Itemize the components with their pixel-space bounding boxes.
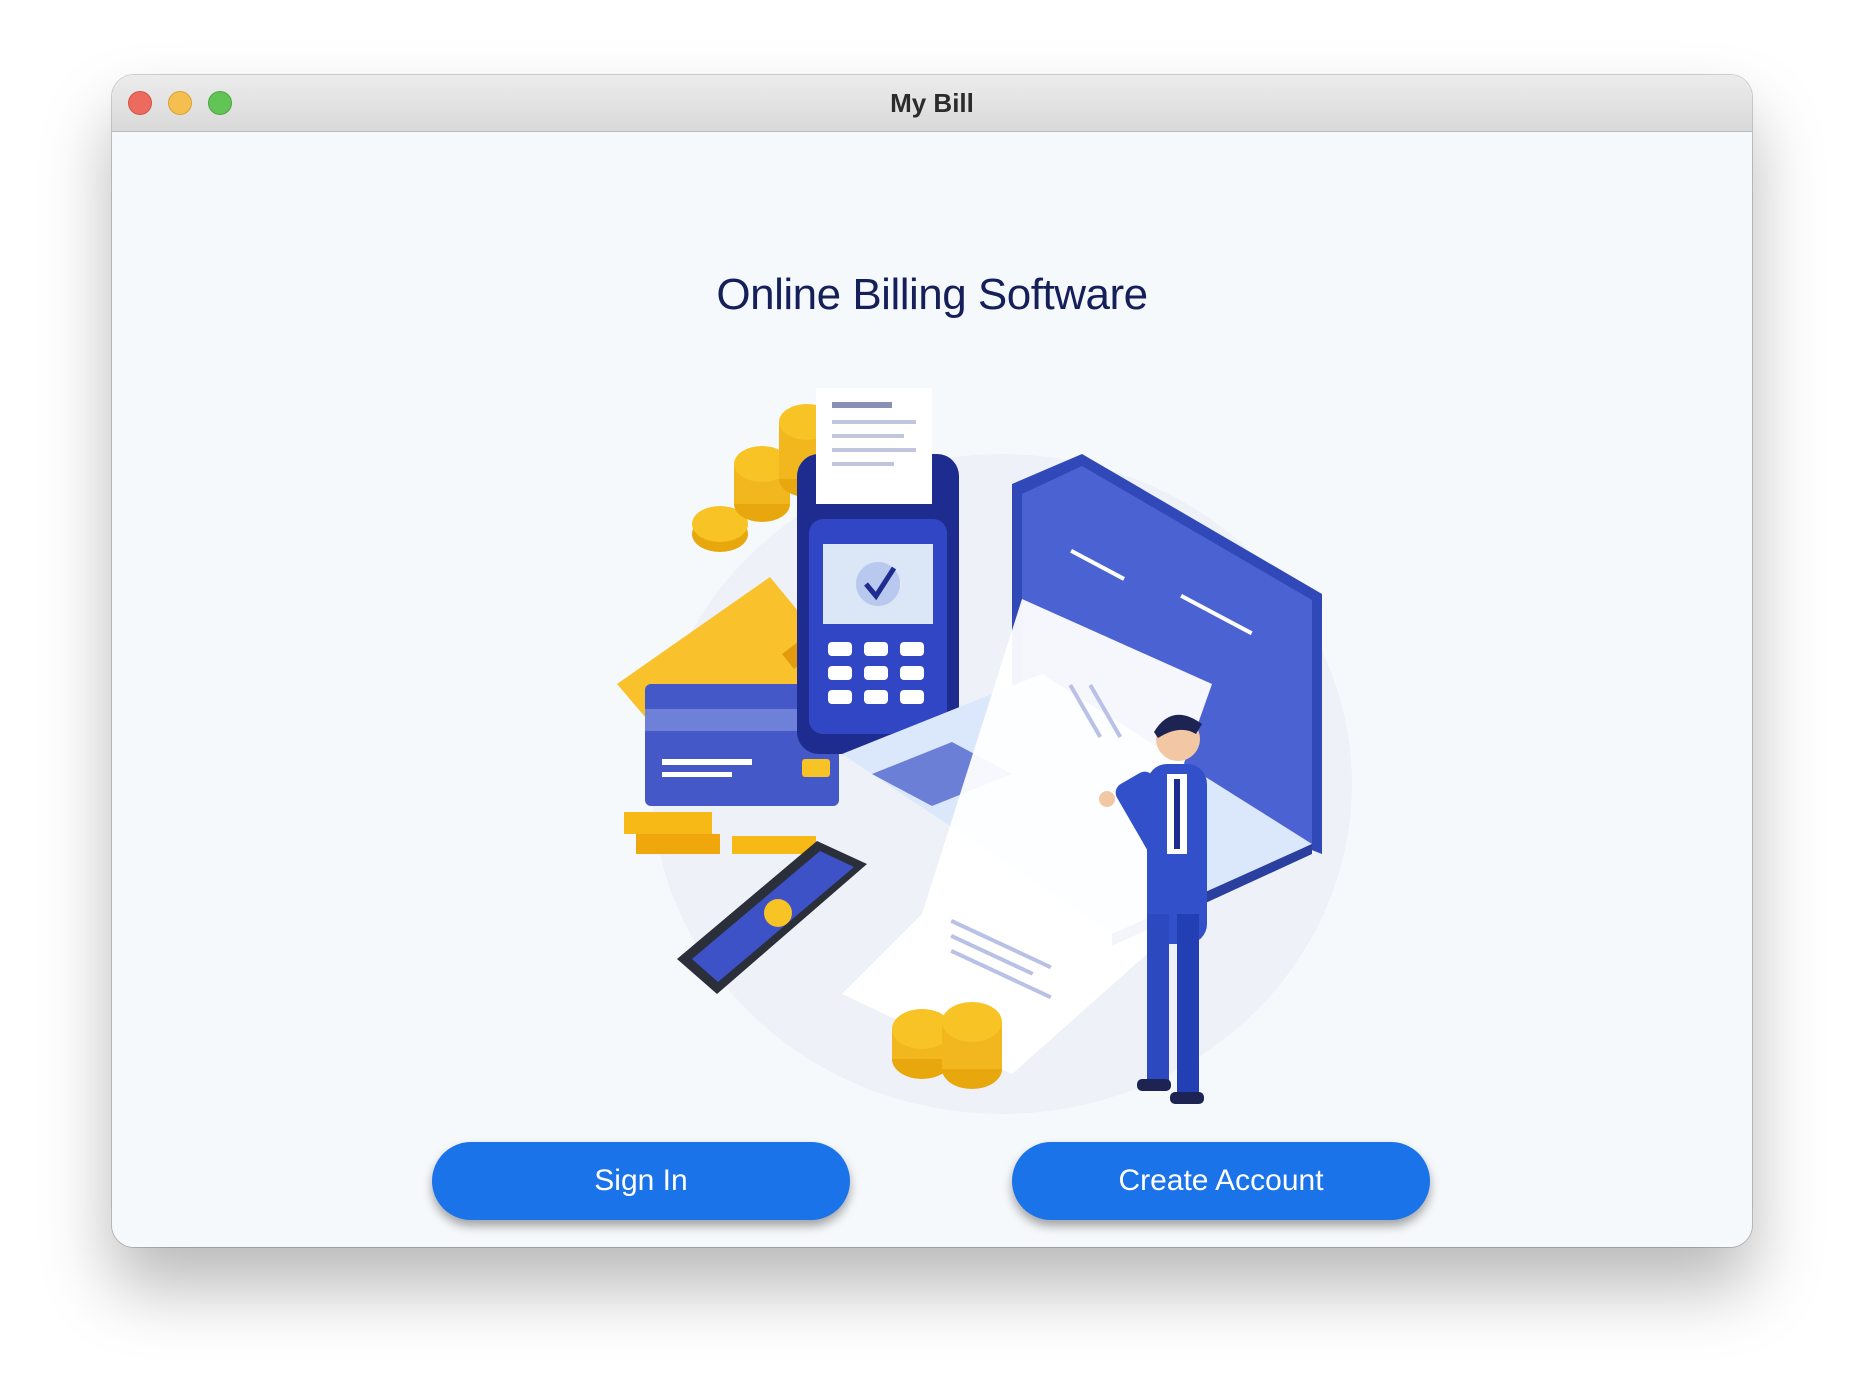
app-window: My Bill Online Billing Software Sign In … — [112, 75, 1752, 1247]
window-title: My Bill — [890, 88, 974, 118]
page-title: Online Billing Software — [716, 270, 1148, 319]
create-account-button[interactable]: Create Account — [1012, 1142, 1430, 1220]
sign-in-button[interactable]: Sign In — [432, 1142, 850, 1220]
billing-illustration — [617, 388, 1352, 1114]
title-bar[interactable]: My Bill — [112, 75, 1752, 132]
coin-stacks-bottom-icon — [892, 1002, 1002, 1089]
main-content: Online Billing Software Sign In Create A… — [112, 132, 1752, 1247]
payment-terminal-icon — [797, 388, 959, 754]
